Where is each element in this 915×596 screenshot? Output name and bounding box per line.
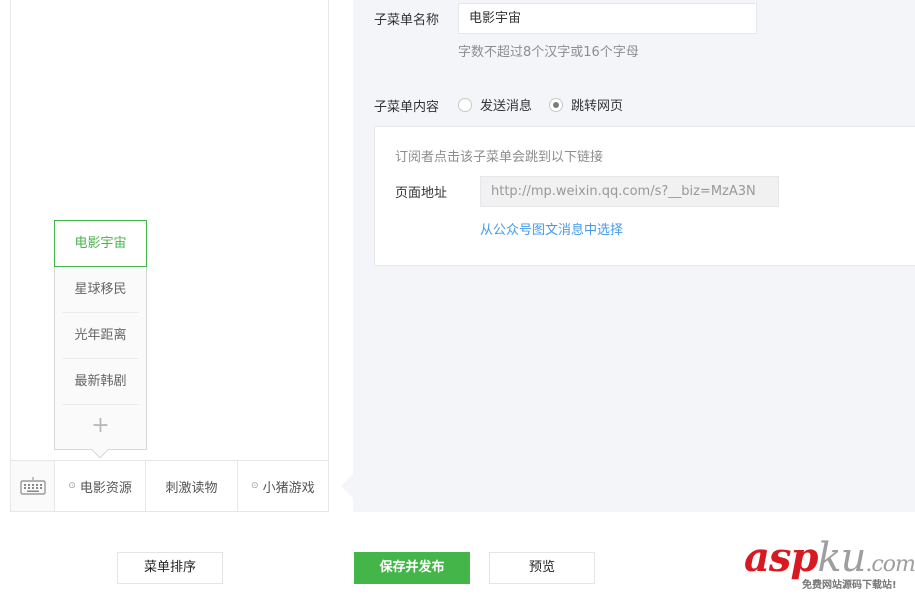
menu-button-3[interactable]: ⊙ 小猪游戏: [238, 461, 328, 511]
content-type-radio-group: 发送消息 跳转网页: [458, 95, 640, 114]
menu-button-label: 小猪游戏: [262, 480, 315, 496]
watermark-brand-tail: ku: [817, 535, 866, 581]
submenu-name-input[interactable]: 电影宇宙: [458, 3, 757, 34]
editor-pointer: [341, 474, 353, 498]
submenu-item[interactable]: 星球移民: [62, 267, 139, 313]
submenu-name-label: 子菜单名称: [374, 13, 440, 28]
webpage-settings-panel: 订阅者点击该子菜单会跳到以下链接 页面地址 http://mp.weixin.q…: [374, 126, 915, 266]
menu-bar: ⊙ 电影资源 刺激读物 ⊙ 小猪游戏: [11, 460, 328, 511]
radio-label: 发送消息: [480, 99, 533, 114]
site-watermark-logo: aspku.com 免费网站源码下载站!: [744, 535, 915, 594]
submenu-indicator-icon: ⊙: [68, 481, 76, 491]
name-length-hint: 字数不超过8个汉字或16个字母: [458, 45, 639, 60]
panel-description: 订阅者点击该子菜单会跳到以下链接: [395, 150, 604, 165]
keyboard-toggle[interactable]: [11, 461, 55, 511]
radio-circle-checked-icon: [549, 97, 564, 112]
menu-button-2[interactable]: 刺激读物: [146, 461, 238, 511]
page-url-label: 页面地址: [395, 186, 448, 201]
watermark-tagline: 免费网站源码下载站!: [802, 580, 897, 591]
watermark-brand-main: asp: [744, 534, 818, 581]
submenu-editor: 子菜单名称 电影宇宙 字数不超过8个汉字或16个字母 子菜单内容 发送消息 跳转…: [341, 0, 915, 512]
radio-label: 跳转网页: [571, 99, 624, 114]
submenu-item-active[interactable]: 电影宇宙: [54, 220, 147, 267]
submenu-item[interactable]: 光年距离: [62, 313, 139, 359]
submenu-indicator-icon: ⊙: [251, 481, 259, 491]
choose-from-articles-link[interactable]: 从公众号图文消息中选择: [480, 219, 623, 238]
radio-circle-icon: [458, 97, 472, 112]
plus-icon: +: [91, 413, 110, 438]
menu-button-1[interactable]: ⊙ 电影资源: [55, 461, 147, 511]
menu-button-label: 刺激读物: [165, 480, 218, 496]
submenu-popup: 电影宇宙 星球移民 光年距离 最新韩剧 +: [54, 220, 147, 459]
preview-button[interactable]: 预览: [489, 552, 595, 584]
save-publish-button[interactable]: 保存并发布: [354, 552, 470, 584]
menu-preview-panel: 电影宇宙 星球移民 光年距离 最新韩剧 + ⊙ 电影资源 刺激读物 ⊙ 小猪游戏: [10, 0, 329, 512]
watermark-brand-suffix: .com: [865, 552, 915, 577]
page-url-input[interactable]: http://mp.weixin.qq.com/s?__biz=MzA3N: [480, 176, 779, 207]
submenu-item[interactable]: 最新韩剧: [62, 359, 139, 405]
keyboard-icon: [19, 477, 46, 495]
radio-send-message[interactable]: 发送消息: [458, 95, 532, 114]
radio-jump-webpage[interactable]: 跳转网页: [549, 95, 623, 114]
submenu-content-label: 子菜单内容: [374, 100, 440, 115]
menu-button-label: 电影资源: [79, 480, 132, 496]
menu-sort-button[interactable]: 菜单排序: [117, 552, 223, 584]
